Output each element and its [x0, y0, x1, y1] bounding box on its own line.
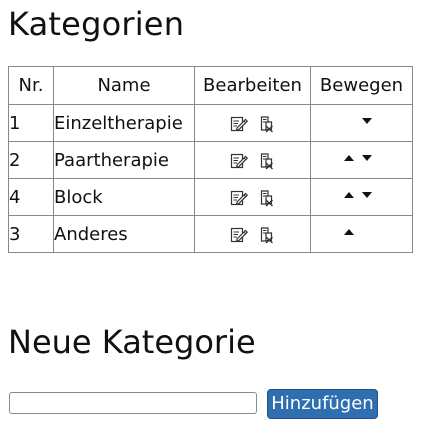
- edit-icon[interactable]: [229, 114, 249, 134]
- cell-actions: [194, 178, 311, 216]
- column-header-name: Name: [53, 66, 195, 105]
- table-row: 4 Block: [8, 178, 413, 216]
- cell-actions: [194, 215, 311, 253]
- cell-nr: 1: [8, 104, 54, 142]
- arrow-placeholder: [340, 115, 358, 129]
- arrow-up-icon[interactable]: [340, 191, 358, 205]
- table-header-row: Nr. Name Bearbeiten Bewegen: [8, 66, 413, 105]
- cell-nr: 2: [8, 141, 54, 179]
- cell-name: Paartherapie: [53, 141, 195, 179]
- column-header-move: Bewegen: [310, 66, 413, 105]
- cell-name: Block: [53, 178, 195, 216]
- add-category-button[interactable]: Hinzufügen: [267, 389, 378, 419]
- cell-move: [310, 178, 413, 216]
- cell-name: Einzeltherapie: [53, 104, 195, 142]
- cell-nr: 4: [8, 178, 54, 216]
- cell-actions: [194, 141, 311, 179]
- arrow-down-icon[interactable]: [358, 117, 376, 131]
- edit-icon[interactable]: [229, 225, 249, 245]
- edit-icon[interactable]: [229, 151, 249, 171]
- column-header-nr: Nr.: [8, 66, 54, 105]
- cell-name: Anderes: [53, 215, 195, 253]
- new-category-name-input[interactable]: [9, 392, 257, 414]
- cell-move: [310, 104, 413, 142]
- column-header-edit: Bearbeiten: [194, 66, 311, 105]
- page-title: Kategorien: [8, 5, 185, 43]
- move-controls: [340, 113, 384, 134]
- delete-icon[interactable]: [257, 225, 277, 245]
- arrow-down-icon[interactable]: [358, 191, 376, 205]
- cell-move: [310, 215, 413, 253]
- move-controls: [340, 150, 384, 171]
- table-row: 2 Paartherapie: [8, 141, 413, 179]
- move-controls: [340, 187, 384, 208]
- arrow-up-icon[interactable]: [340, 228, 358, 242]
- cell-move: [310, 141, 413, 179]
- new-category-title: Neue Kategorie: [8, 323, 256, 361]
- delete-icon[interactable]: [257, 151, 277, 171]
- arrow-up-icon[interactable]: [340, 154, 358, 168]
- move-controls: [340, 224, 384, 245]
- categories-table: Nr. Name Bearbeiten Bewegen 1 Einzelthera…: [8, 66, 413, 253]
- cell-actions: [194, 104, 311, 142]
- delete-icon[interactable]: [257, 114, 277, 134]
- arrow-down-icon[interactable]: [358, 154, 376, 168]
- delete-icon[interactable]: [257, 188, 277, 208]
- table-row: 1 Einzeltherapie: [8, 104, 413, 142]
- table-row: 3 Anderes: [8, 215, 413, 253]
- categories-table-body: 1 Einzeltherapie 2 Paartherapie 4 Block 3 Ander…: [8, 104, 413, 253]
- cell-nr: 3: [8, 215, 54, 253]
- edit-icon[interactable]: [229, 188, 249, 208]
